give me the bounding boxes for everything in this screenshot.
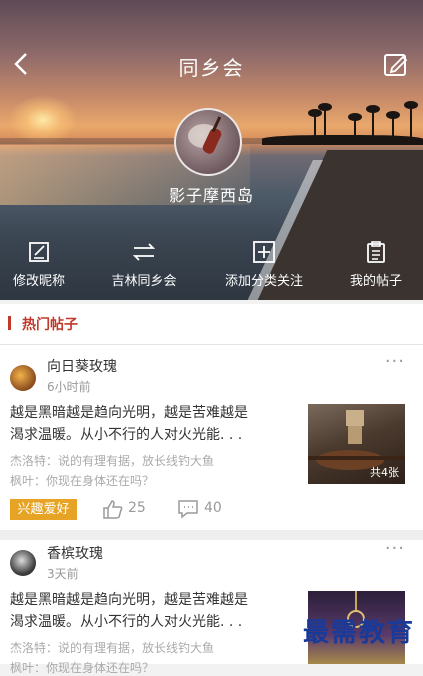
comment-preview: 枫叶：你现在身体还在吗？: [10, 474, 155, 488]
like-count: 25: [128, 500, 146, 516]
plus-square-icon: [253, 241, 275, 263]
post-time: 6小时前: [47, 380, 91, 394]
profile-actions: 修改昵称 吉林同乡会 添加分类关注 我的帖子: [0, 240, 423, 300]
clipboard-icon: [367, 241, 385, 263]
category-tag[interactable]: 兴趣爱好: [10, 499, 77, 520]
more-options-button[interactable]: ···: [385, 351, 405, 372]
post-text-line: 渴求温暖。从小不行的人对火光能. . .: [10, 614, 243, 630]
avatar[interactable]: [10, 550, 36, 576]
hot-posts-header: 热门帖子: [0, 304, 423, 345]
section-accent-bar: [8, 316, 11, 330]
jilin-association-label: 吉林同乡会: [111, 274, 177, 289]
palm-trees: [262, 95, 423, 145]
post-author[interactable]: 向日葵玫瑰: [47, 356, 117, 376]
edit-icon: [384, 54, 408, 76]
profile-banner: 同乡会 影子摩西岛 修改昵称 吉林同乡会 添加分类关注 我的帖子: [0, 0, 423, 300]
watermark: 最需教育: [302, 618, 415, 648]
violin-image: [188, 116, 222, 154]
post-text: 越是黑暗越是趋向光明，越是苦难越是 渴求温暖。从小不行的人对火光能. . .: [10, 402, 285, 446]
hot-posts-title: 热门帖子: [22, 317, 78, 333]
edit-square-icon: [29, 242, 49, 262]
post-text-line: 渴求温暖。从小不行的人对火光能. . .: [10, 427, 243, 443]
post-text: 越是黑暗越是趋向光明，越是苦难越是 渴求温暖。从小不行的人对火光能. . .: [10, 589, 285, 633]
post-image[interactable]: 共4张: [308, 404, 405, 484]
page-title: 同乡会: [178, 56, 245, 80]
comment-preview: 杰洛特：说的有理有据，放长线钓大鱼: [10, 641, 215, 655]
avatar[interactable]: [10, 365, 36, 391]
swap-icon: [132, 243, 156, 261]
comment-count: 40: [204, 500, 222, 516]
post-author[interactable]: 香槟玫瑰: [47, 543, 103, 563]
thumbs-up-icon: [103, 500, 123, 519]
divider: [0, 530, 423, 540]
jilin-association-button[interactable]: 吉林同乡会: [105, 240, 183, 289]
comment-preview: 枫叶：你现在身体还在吗？: [10, 661, 155, 675]
edit-nickname-label: 修改昵称: [12, 274, 65, 289]
post-text-line: 越是黑暗越是趋向光明，越是苦难越是: [10, 405, 248, 421]
more-options-button[interactable]: ···: [385, 538, 405, 559]
edit-nickname-button[interactable]: 修改昵称: [8, 240, 70, 289]
post-card[interactable]: 向日葵玫瑰 6小时前 ··· 越是黑暗越是趋向光明，越是苦难越是 渴求温暖。从小…: [0, 345, 423, 530]
avatar[interactable]: [174, 108, 242, 176]
top-bar: 同乡会: [0, 44, 423, 84]
my-posts-label: 我的帖子: [349, 274, 402, 289]
add-category-follow-label: 添加分类关注: [224, 274, 303, 289]
post-text-line: 越是黑暗越是趋向光明，越是苦难越是: [10, 592, 248, 608]
my-posts-button[interactable]: 我的帖子: [345, 240, 407, 289]
image-count: 共4张: [370, 466, 399, 479]
username: 影子摩西岛: [168, 186, 254, 205]
comment-preview: 杰洛特：说的有理有据，放长线钓大鱼: [10, 454, 215, 468]
post-time: 3天前: [47, 567, 79, 581]
add-category-follow-button[interactable]: 添加分类关注: [218, 240, 310, 289]
edit-button[interactable]: [383, 52, 408, 76]
comment-icon: [178, 500, 198, 519]
